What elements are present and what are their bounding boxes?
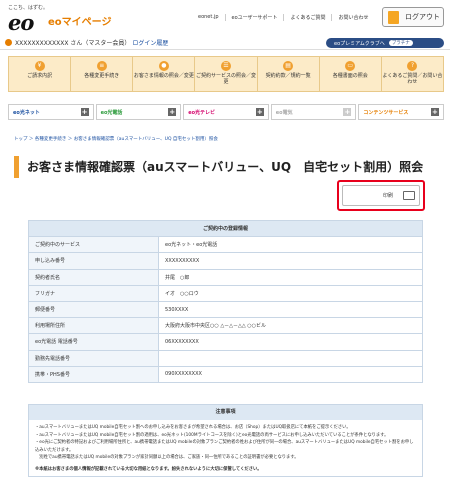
plus-icon: + <box>255 108 264 116</box>
list-item: ・auスマートバリューまたはUQ mobile自宅セット割へのお申し込みをお客さ… <box>35 425 351 430</box>
table-row: eo光電話 電話番号 06XXXXXXXX <box>28 333 423 351</box>
main-menu: ¥ ご請求内訳 ≡ 各種変更手続き ● お客さま情報の照会／変更 ☰ ご契約サービスの照… <box>8 56 444 92</box>
menu-contract-services[interactable]: ☰ ご契約サービスの照会／変更 <box>194 57 256 91</box>
list-item: ・auスマートバリューまたはUQ mobile自宅セット割の適用は、eo光ネット… <box>35 432 389 438</box>
list-item: 別姓でau携帯電話またはUQ mobileの対象プランが家計同額以上の場合は、ご… <box>35 455 299 461</box>
print-button[interactable]: 印刷 <box>342 185 420 206</box>
user-icon <box>5 39 12 46</box>
table-row: フリガナ イオ ○○ロウ <box>28 284 423 302</box>
site-name[interactable]: eoマイページ <box>48 13 111 28</box>
breadcrumb[interactable]: トップ ＞ 各種変更手続き ＞ お客さま情報確認票（auスマートバリュー、UQ … <box>14 136 218 142</box>
question-icon: ? <box>407 61 418 71</box>
document-icon: ≡ <box>96 61 107 71</box>
link-eonet[interactable]: eonet.jp <box>192 14 225 21</box>
link-support[interactable]: eoユーザーサポート <box>224 14 284 21</box>
table-row: 携帯・PHS番号 090XXXXXXXX <box>28 365 423 383</box>
notes-warning: ※本紙はお客さまの個人情報が記載されている大切な用紙となります。紛失されないよう… <box>35 466 262 472</box>
menu-customer-info[interactable]: ● お客さま情報の照会／変更 <box>132 57 194 91</box>
table-row: 勤務先電話番号 <box>28 349 423 367</box>
yen-icon: ¥ <box>34 61 45 71</box>
door-icon <box>388 10 399 24</box>
person-icon: ● <box>158 61 169 71</box>
notes-box: 注意事項 ・auスマートバリューまたはUQ mobile自宅セット割へのお申し込… <box>28 404 423 477</box>
service-contents[interactable]: コンテンツサービス + <box>358 104 444 120</box>
print-highlight: 印刷 <box>337 180 425 211</box>
service-eo-phone[interactable]: eo光電話 + <box>95 104 182 120</box>
plus-icon: + <box>430 108 439 116</box>
printer-icon <box>403 191 415 200</box>
logout-label: ログアウト <box>405 13 440 21</box>
menu-procedures[interactable]: ≡ 各種変更手続き <box>70 57 132 91</box>
menu-terms[interactable]: ▤ 契約約款／規約一覧 <box>256 57 319 91</box>
link-faq[interactable]: よくあるご質問 <box>283 14 331 21</box>
folder-icon: ▭ <box>345 61 356 71</box>
notes-caption: 注意事項 <box>29 405 422 420</box>
service-tabs: eo光ネット + eo光電話 + eo光テレビ + eo電気 + コンテンツサービス + <box>8 104 444 120</box>
service-eo-tv[interactable]: eo光テレビ + <box>183 104 269 120</box>
link-contact[interactable]: お問い合わせ <box>331 14 374 21</box>
service-eo-denki: eo電気 + <box>270 104 357 120</box>
list-item: ・eo光にご契約者の特記およびご利用場所住所と、au携帯電話またはUQ mobi… <box>35 440 414 453</box>
username: XXXXXXXXXXXXX さん（マスター会員） <box>15 40 131 47</box>
notes-list: ・auスマートバリューまたはUQ mobile自宅セット割へのお申し込みをお客さ… <box>29 420 422 466</box>
login-history-link[interactable]: ログイン履歴 <box>132 38 168 47</box>
table-row: 申し込み番号 XXXXXXXXXX <box>28 252 423 270</box>
premium-club-button[interactable]: eoプレミアムクラブへ プラチナ <box>326 38 444 48</box>
registration-table: ご契約中の登録情報 ご契約中のサービス eo光ネット・eo光電話 申し込み番号 XX… <box>28 219 423 383</box>
plus-icon: + <box>168 108 177 116</box>
page-title: お客さま情報確認票（auスマートバリュー、UQ 自宅セット割用）照会 <box>14 156 423 178</box>
service-eo-net[interactable]: eo光ネット + <box>8 104 94 120</box>
user-bar: XXXXXXXXXXXXX さん（マスター会員） ログイン履歴 eoプレミアムク… <box>0 36 450 50</box>
plus-icon: + <box>343 108 352 116</box>
premium-label: eoプレミアムクラブへ <box>334 40 385 47</box>
menu-faq[interactable]: ? よくあるご質問／お問い合わせ <box>380 57 443 91</box>
eo-logo[interactable]: eo <box>8 10 34 35</box>
menu-billing[interactable]: ¥ ご請求内訳 <box>9 57 70 91</box>
header: ここち、はずむ。 eo eoマイページ eonet.jp eoユーザーサポート … <box>0 0 450 35</box>
table-row: 利用場所住所 大阪府大阪市中央区○○ △－△－△△ ○○ビル <box>28 317 423 335</box>
table-row: ご契約中のサービス eo光ネット・eo光電話 <box>28 236 423 254</box>
table-caption: ご契約中の登録情報 <box>28 219 423 238</box>
menu-documents[interactable]: ▭ 各種書面の照会 <box>318 57 381 91</box>
rank-badge: プラチナ <box>388 40 413 46</box>
print-label: 印刷 <box>382 193 393 199</box>
logout-button[interactable]: ログアウト <box>382 7 444 27</box>
plus-icon: + <box>80 108 89 116</box>
top-links: eonet.jp eoユーザーサポート よくあるご質問 お問い合わせ <box>192 14 374 21</box>
book-icon: ▤ <box>283 61 294 71</box>
table-row: 契約者氏名 井尾 ○郎 <box>28 268 423 286</box>
table-row: 郵便番号 530XXXX <box>28 300 423 319</box>
list-icon: ☰ <box>220 61 231 71</box>
